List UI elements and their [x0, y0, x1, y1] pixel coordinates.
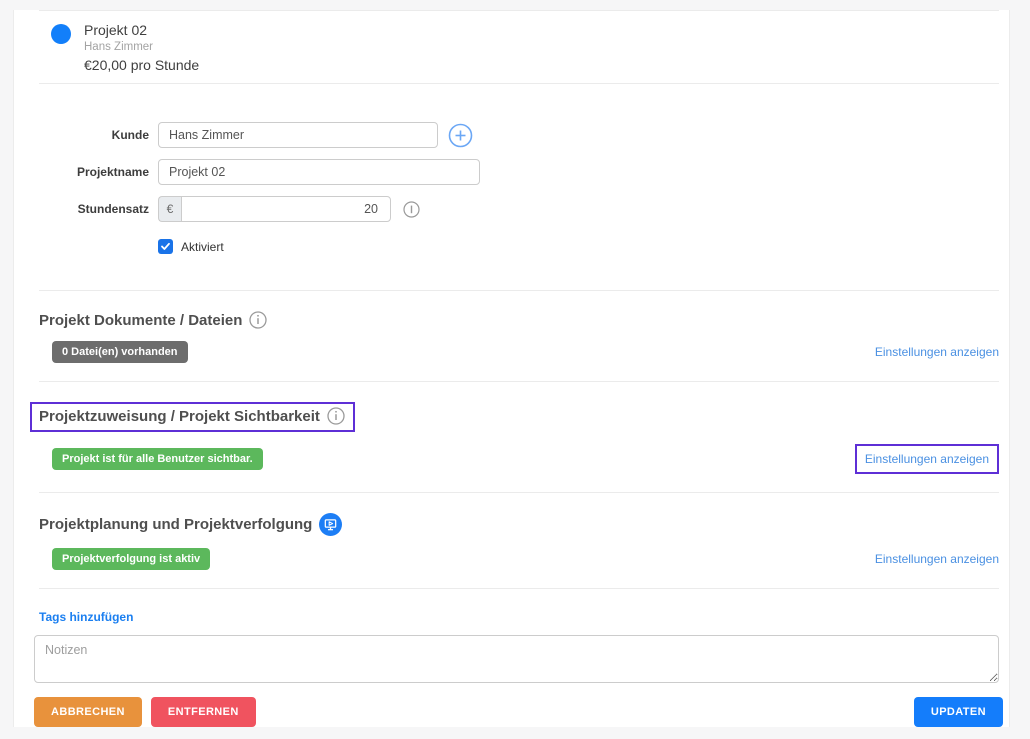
project-customer-name: Hans Zimmer: [84, 41, 199, 53]
documents-info-icon[interactable]: [249, 311, 267, 329]
projektname-row: Projektname: [39, 159, 999, 185]
section-planning: Projektplanung und Projektverfolgung Pro…: [39, 493, 999, 588]
checkmark-icon: [160, 241, 171, 252]
assignment-heading-row: Projektzuweisung / Projekt Sichtbarkeit: [39, 402, 999, 432]
project-tracking-icon[interactable]: [319, 513, 342, 536]
documents-settings-link[interactable]: Einstellungen anzeigen: [875, 345, 999, 359]
notes-textarea[interactable]: [34, 635, 999, 683]
currency-prefix: €: [158, 196, 181, 222]
add-tags-link[interactable]: Tags hinzufügen: [39, 610, 133, 624]
documents-heading-row: Projekt Dokumente / Dateien: [39, 311, 999, 329]
planning-title: Projektplanung und Projektverfolgung: [39, 516, 312, 533]
planning-status-badge: Projektverfolgung ist aktiv: [52, 548, 210, 570]
annotation-box-assignment-link: Einstellungen anzeigen: [855, 444, 999, 474]
stundensatz-label: Stundensatz: [39, 202, 149, 216]
stundensatz-row: Stundensatz €: [39, 196, 999, 222]
stundensatz-input-group: €: [158, 196, 391, 222]
documents-title: Projekt Dokumente / Dateien: [39, 312, 242, 329]
assignment-title: Projektzuweisung / Projekt Sichtbarkeit: [39, 408, 320, 425]
aktiviert-row: Aktiviert: [158, 239, 999, 254]
projektname-input[interactable]: [158, 159, 480, 185]
planning-heading-row: Projektplanung und Projektverfolgung: [39, 513, 999, 536]
kunde-input[interactable]: [158, 122, 438, 148]
project-header-text: Projekt 02 Hans Zimmer €20,00 pro Stunde: [84, 22, 199, 73]
assignment-info-icon[interactable]: [327, 407, 345, 425]
cancel-button[interactable]: ABBRECHEN: [34, 697, 142, 727]
documents-count-badge: 0 Datei(en) vorhanden: [52, 341, 188, 363]
project-title: Projekt 02: [84, 22, 199, 38]
divider: [39, 588, 999, 589]
project-color-dot[interactable]: [51, 24, 71, 44]
delete-button[interactable]: ENTFERNEN: [151, 697, 256, 727]
kunde-row: Kunde: [39, 122, 999, 148]
planning-body: Projektverfolgung ist aktiv Einstellunge…: [39, 548, 999, 570]
aktiviert-label: Aktiviert: [181, 240, 224, 254]
action-buttons: ABBRECHEN ENTFERNEN UPDATEN: [34, 697, 999, 727]
project-form: Kunde Projektname Stundensatz €: [39, 122, 999, 290]
project-edit-panel: Projekt 02 Hans Zimmer €20,00 pro Stunde…: [13, 10, 1010, 727]
update-button[interactable]: UPDATEN: [914, 697, 1003, 727]
assignment-settings-link[interactable]: Einstellungen anzeigen: [865, 452, 989, 466]
project-hourly-rate: €20,00 pro Stunde: [84, 57, 199, 73]
add-customer-icon[interactable]: [448, 123, 473, 148]
section-documents: Projekt Dokumente / Dateien 0 Datei(en) …: [39, 291, 999, 381]
annotation-box-assignment-title: Projektzuweisung / Projekt Sichtbarkeit: [30, 402, 355, 432]
section-assignment: Projektzuweisung / Projekt Sichtbarkeit …: [39, 382, 999, 492]
project-header: Projekt 02 Hans Zimmer €20,00 pro Stunde: [39, 11, 999, 83]
stundensatz-info-icon[interactable]: [403, 201, 420, 218]
aktiviert-checkbox[interactable]: [158, 239, 173, 254]
projektname-label: Projektname: [39, 165, 149, 179]
kunde-label: Kunde: [39, 128, 149, 142]
stundensatz-input[interactable]: [181, 196, 391, 222]
assignment-visibility-badge: Projekt ist für alle Benutzer sichtbar.: [52, 448, 263, 470]
assignment-body: Projekt ist für alle Benutzer sichtbar. …: [39, 444, 999, 474]
divider: [39, 83, 999, 84]
documents-body: 0 Datei(en) vorhanden Einstellungen anze…: [39, 341, 999, 363]
planning-settings-link[interactable]: Einstellungen anzeigen: [875, 552, 999, 566]
